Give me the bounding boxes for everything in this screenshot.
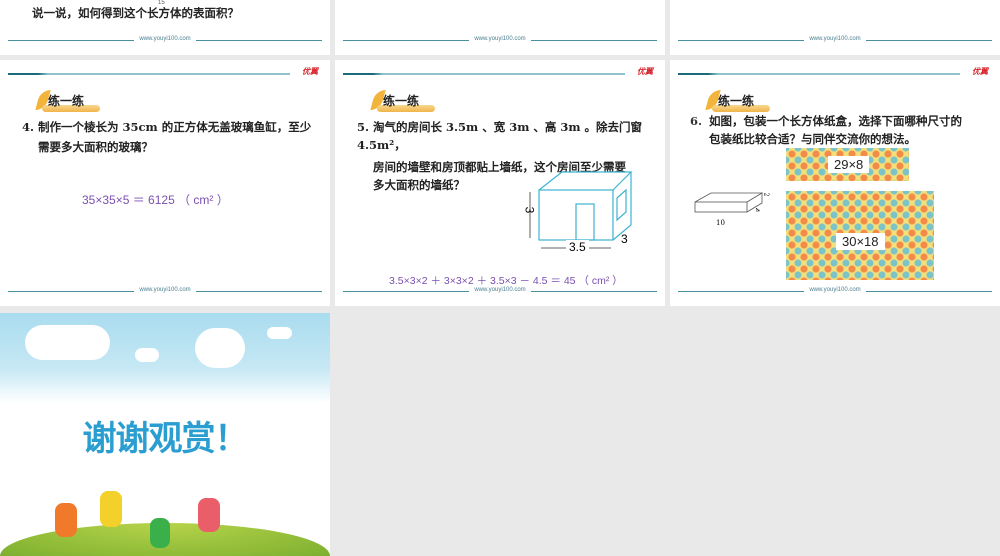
child-figure [100, 491, 122, 527]
child-figure [198, 498, 220, 532]
cloud-icon [267, 327, 292, 339]
slide-footer: www.youyi100.com [343, 35, 657, 45]
question-line: 多大面积的墙纸？ [373, 178, 465, 192]
question-line: 如图，包装一个长方体纸盒，选择下面哪种尺寸的 [709, 114, 962, 128]
slide-footer: www.youyi100.com [8, 35, 322, 45]
thank-you-title: 谢谢观赏！ [82, 419, 249, 459]
logo: 优翼 [302, 67, 318, 76]
logo: 优翼 [637, 67, 653, 76]
question-number: 6. [690, 114, 703, 128]
slide-footer: www.youyi100.com [8, 286, 322, 296]
practice-badge: 练一练 [35, 90, 100, 112]
answer-text: 35×35×5 ＝ 6125 （ cm² ） [82, 193, 229, 207]
header-line [678, 73, 960, 75]
slide-footer: www.youyi100.com [678, 35, 992, 45]
slide-thumbnail-6[interactable]: 优翼 练一练 6. 如图，包装一个长方体纸盒，选择下面哪种尺寸的 包装纸比较合适… [670, 60, 1000, 306]
room-length-label: 3.5 [566, 240, 589, 254]
question-line: 包装纸比较合适？与同伴交流你的想法。 [709, 132, 916, 146]
slide-thumbnail-prev-3[interactable]: www.youyi100.com [670, 0, 1000, 55]
box-length-label: 10 [716, 219, 725, 227]
slide-thumbnail-end[interactable]: 谢谢观赏！ [0, 313, 330, 556]
header-line [343, 73, 625, 75]
logo: 优翼 [972, 67, 988, 76]
room-height-label: 3 [522, 206, 537, 214]
question-line: 4.5m²， [357, 138, 406, 152]
box-height-label: 2 [762, 192, 770, 197]
question-line: 5. 淘气的房间长 3.5m 、宽 3m 、高 3m 。除去门窗 [357, 120, 643, 134]
slide-thumbnail-prev-1[interactable]: 15 说一说，如何得到这个长方体的表面积？ www.youyi100.com [0, 0, 330, 55]
slide-footer: www.youyi100.com [343, 286, 657, 296]
child-figure [55, 503, 77, 537]
cloud-icon [25, 325, 110, 360]
slide-thumbnail-prev-2[interactable]: www.youyi100.com [335, 0, 665, 55]
practice-badge: 练一练 [370, 90, 435, 112]
question-line: 4. 制作一个棱长为 35cm 的正方体无盖玻璃鱼缸，至少 [22, 120, 312, 134]
question-text: 说一说，如何得到这个长方体的表面积？ [32, 6, 239, 20]
practice-badge: 练一练 [705, 90, 770, 112]
header-line [8, 73, 290, 75]
cloud-icon [195, 328, 245, 368]
cloud-icon [135, 348, 159, 362]
slide-footer: www.youyi100.com [678, 286, 992, 296]
slide-thumbnail-4[interactable]: 优翼 练一练 4. 制作一个棱长为 35cm 的正方体无盖玻璃鱼缸，至少 需要多… [0, 60, 330, 306]
slide-thumbnail-5[interactable]: 优翼 练一练 5. 淘气的房间长 3.5m 、宽 3m 、高 3m 。除去门窗 … [335, 60, 665, 306]
room-width-label: 3 [621, 232, 628, 246]
question-line: 需要多大面积的玻璃？ [38, 140, 153, 154]
paper-small-label: 29×8 [828, 156, 870, 173]
child-figure [150, 518, 170, 548]
paper-large-label: 30×18 [836, 233, 885, 250]
